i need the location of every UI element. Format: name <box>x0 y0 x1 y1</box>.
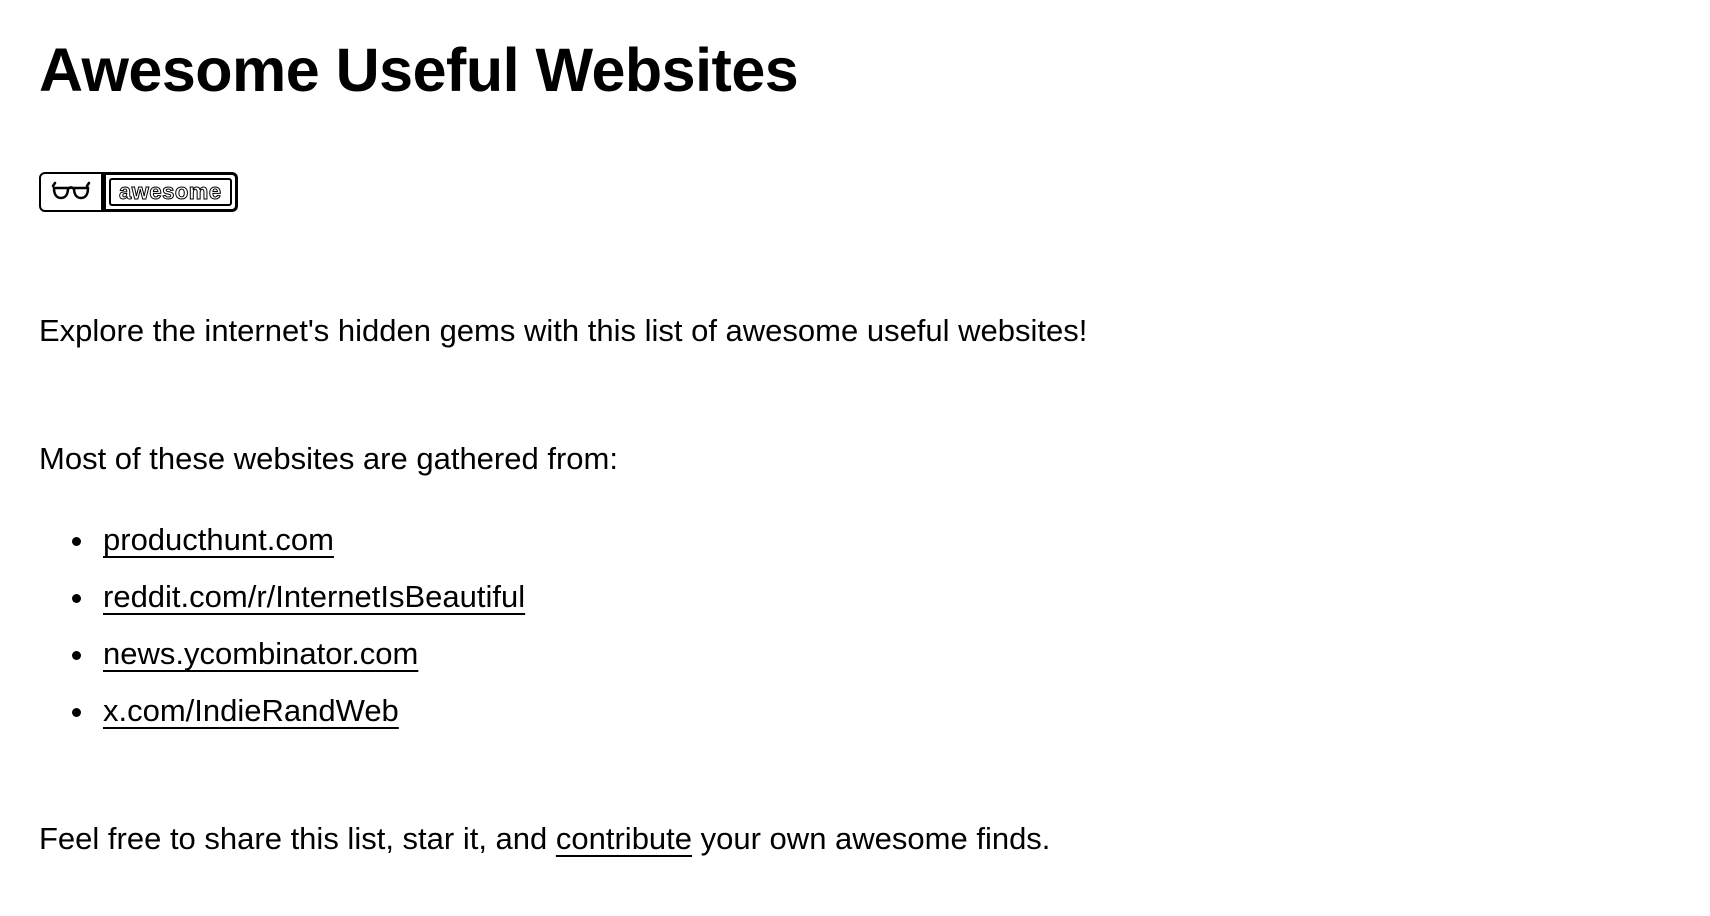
link-producthunt[interactable]: producthunt.com <box>103 522 334 557</box>
sunglasses-icon <box>51 180 91 205</box>
contribute-link[interactable]: contribute <box>556 821 692 856</box>
list-item: reddit.com/r/InternetIsBeautiful <box>71 574 525 631</box>
link-hacker-news[interactable]: news.ycombinator.com <box>103 636 418 671</box>
badge-icon-box <box>39 172 103 212</box>
sources-heading: Most of these websites are gathered from… <box>39 441 618 476</box>
link-reddit-internetisbeautiful[interactable]: reddit.com/r/InternetIsBeautiful <box>103 579 525 614</box>
readme-page: Awesome Useful Websites awesome Explore … <box>0 0 1710 916</box>
outro-text: Feel free to share this list, star it, a… <box>39 820 1050 857</box>
awesome-badge[interactable]: awesome <box>39 172 238 212</box>
list-item: news.ycombinator.com <box>71 631 525 688</box>
list-item: producthunt.com <box>71 517 525 574</box>
list-item: x.com/IndieRandWeb <box>71 688 525 745</box>
badge-label-box: awesome <box>103 172 238 212</box>
intro-text: Explore the internet's hidden gems with … <box>39 313 1088 348</box>
outro-text-after: your own awesome finds. <box>692 821 1051 856</box>
outro-text-before: Feel free to share this list, star it, a… <box>39 821 556 856</box>
sources-list: producthunt.com reddit.com/r/InternetIsB… <box>39 517 525 745</box>
page-title: Awesome Useful Websites <box>39 36 799 104</box>
badge-label: awesome <box>109 178 232 206</box>
link-x-indierandweb[interactable]: x.com/IndieRandWeb <box>103 693 399 728</box>
